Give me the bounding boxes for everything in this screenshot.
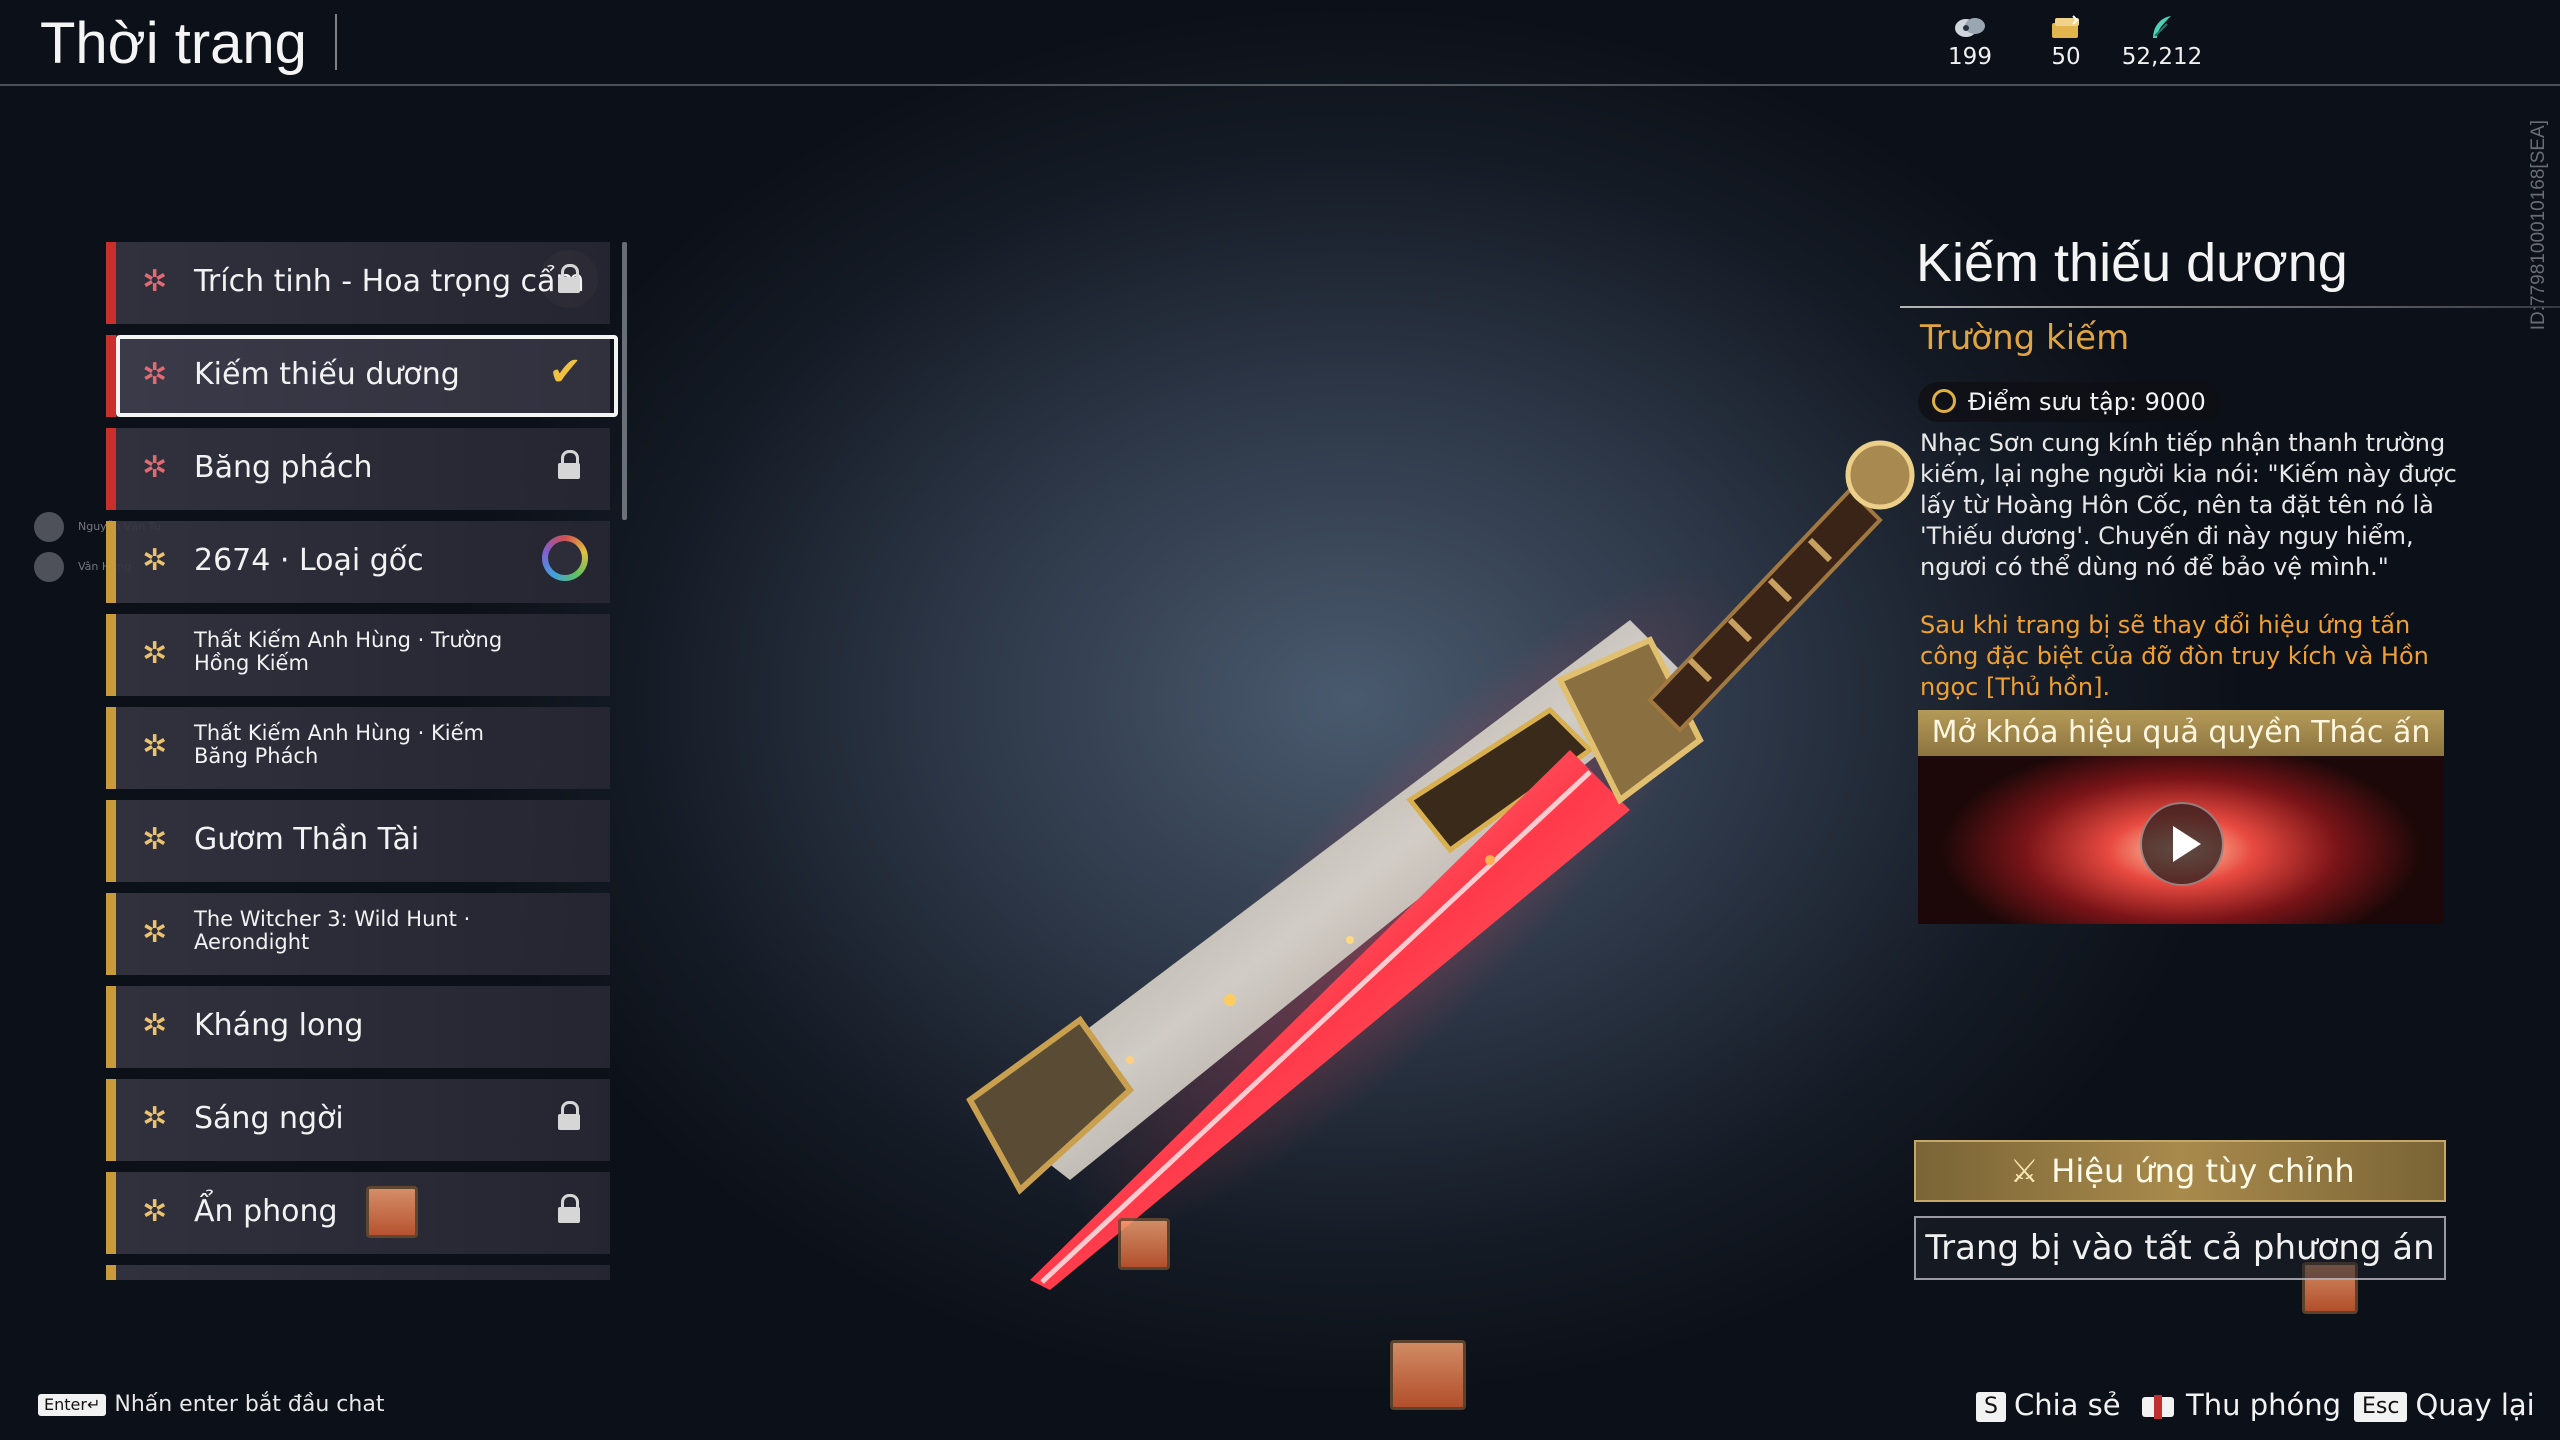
share-action[interactable]: S Chia sẻ	[1976, 1388, 2121, 1422]
skin-item-label: Kháng long	[194, 1008, 364, 1043]
lock-icon	[558, 450, 580, 480]
rarity-star-icon: ✲	[142, 357, 168, 392]
rarity-star-icon: ✲	[142, 915, 168, 950]
zoom-label: Thu phóng	[2186, 1388, 2342, 1422]
zoom-action[interactable]: Thu phóng	[2140, 1388, 2341, 1422]
rarity-star-icon: ✲	[142, 729, 168, 764]
feather-count: 52,212	[2121, 44, 2203, 70]
jade-icon	[1915, 14, 2025, 44]
skin-item-label: Gươm Thần Tài	[194, 822, 420, 857]
top-divider-line	[0, 84, 2560, 86]
skin-item[interactable]: ✲ Thất Kiếm Anh Hùng · Trường Hồng Kiếm	[106, 614, 610, 696]
skin-item[interactable]: ✲ Ẩn phong	[106, 1172, 610, 1254]
skin-item[interactable]: ✲ Kháng long	[106, 986, 610, 1068]
skin-item-label: The Witcher 3: Wild Hunt · Aerondight	[194, 907, 471, 954]
equip-all-button[interactable]: Trang bị vào tất cả phương án	[1914, 1216, 2446, 1280]
lock-icon	[558, 1101, 580, 1131]
rarity-star-icon: ✲	[142, 1194, 168, 1229]
rarity-star-icon: ✲	[142, 636, 168, 671]
collection-score: Điểm sưu tập: 9000	[1968, 388, 2206, 416]
dye-ring-icon	[542, 535, 588, 581]
effect-video-preview[interactable]: Mở khóa hiệu quả quyền Thác ấn	[1918, 710, 2444, 924]
s-key-icon: S	[1976, 1392, 2006, 1422]
sword-icon: ⚔	[2009, 1152, 2039, 1190]
rarity-star-icon: ✲	[142, 822, 168, 857]
currency-ticket[interactable]: 50	[2011, 14, 2121, 70]
zoom-icon	[2140, 1393, 2176, 1421]
checkmark-icon: ✔	[548, 349, 582, 395]
back-action[interactable]: Esc Quay lại	[2354, 1388, 2535, 1422]
play-icon[interactable]	[2140, 802, 2224, 886]
sword-preview[interactable]	[930, 380, 1980, 1360]
skin-item[interactable]: ✲ The Witcher 3: Wild Hunt · Aerondight	[106, 893, 610, 975]
skin-item[interactable]	[106, 1265, 610, 1280]
enter-key-icon: Enter↵	[38, 1394, 107, 1416]
lock-icon	[558, 1194, 580, 1224]
esc-key-icon: Esc	[2354, 1392, 2408, 1422]
skin-item-label: 2674 · Loại gốc	[194, 543, 424, 578]
skin-item[interactable]: ✲ 2674 · Loại gốc	[106, 521, 610, 603]
rarity-star-icon: ✲	[142, 1008, 168, 1043]
lantern-decoration	[366, 1186, 418, 1238]
skin-item[interactable]: ✲ Sáng ngời	[106, 1079, 610, 1161]
page-title: Thời trang	[40, 11, 307, 76]
jade-count: 199	[1948, 44, 1992, 70]
chat-hint[interactable]: Enter↵ Nhấn enter bắt đầu chat	[38, 1392, 384, 1417]
currency-feather[interactable]: 52,212	[2107, 14, 2217, 70]
skin-item-label: Băng phách	[194, 450, 373, 485]
custom-effect-label: Hiệu ứng tùy chỉnh	[2051, 1152, 2355, 1190]
item-title: Kiếm thiếu dương	[1916, 233, 2348, 293]
skin-item-label: Trích tinh - Hoa trọng cẩm	[194, 264, 585, 299]
skin-item-label: Thất Kiếm Anh Hùng · Trường Hồng Kiếm	[194, 628, 503, 675]
chat-hint-text: Nhấn enter bắt đầu chat	[114, 1392, 385, 1417]
title-divider	[335, 14, 337, 70]
skin-item-label: Sáng ngời	[194, 1101, 344, 1136]
rarity-star-icon: ✲	[142, 264, 168, 299]
collection-score-badge: Điểm sưu tập: 9000	[1918, 382, 2222, 422]
effect-note: Sau khi trang bị sẽ thay đổi hiệu ứng tấ…	[1920, 611, 2429, 701]
score-icon	[1932, 389, 1956, 413]
skin-item[interactable]: ✲ Thất Kiếm Anh Hùng · Kiếm Băng Phách	[106, 707, 610, 789]
item-type: Trường kiếm	[1920, 318, 2130, 358]
skin-item-label: Kiếm thiếu dương	[194, 357, 460, 392]
currency-jade[interactable]: 199	[1915, 14, 2025, 70]
player-id-tag: ID:7798100010168[SEA]	[2528, 120, 2549, 331]
side-player-avatar[interactable]	[34, 512, 64, 542]
ticket-count: 50	[2051, 44, 2081, 70]
feather-icon	[2107, 14, 2217, 44]
side-player-avatar[interactable]	[34, 552, 64, 582]
custom-effect-button[interactable]: ⚔ Hiệu ứng tùy chỉnh	[1914, 1140, 2446, 1202]
skin-list[interactable]: ✲ Trích tinh - Hoa trọng cẩm ✲ Kiếm thiế…	[106, 240, 626, 1280]
item-lore: Nhạc Sơn cung kính tiếp nhận thanh trườn…	[1920, 429, 2457, 581]
lock-icon	[540, 250, 598, 308]
title-divider-line	[1900, 306, 2560, 308]
video-title: Mở khóa hiệu quả quyền Thác ấn	[1918, 710, 2444, 756]
rarity-star-icon: ✲	[142, 543, 168, 578]
skin-item[interactable]: ✲ Trích tinh - Hoa trọng cẩm	[106, 242, 610, 324]
rarity-star-icon: ✲	[142, 450, 168, 485]
skin-item[interactable]: ✲ Gươm Thần Tài	[106, 800, 610, 882]
skin-item-label: Thất Kiếm Anh Hùng · Kiếm Băng Phách	[194, 721, 484, 768]
skin-item-label: Ẩn phong	[194, 1194, 338, 1229]
rarity-star-icon: ✲	[142, 1101, 168, 1136]
list-scrollbar[interactable]	[622, 242, 627, 520]
skin-item-selected[interactable]: ✲ Kiếm thiếu dương ✔	[106, 335, 618, 417]
skin-item[interactable]: ✲ Băng phách	[106, 428, 610, 510]
back-label: Quay lại	[2415, 1388, 2535, 1422]
ticket-icon	[2011, 14, 2121, 44]
lantern-decoration	[1390, 1340, 1466, 1410]
share-label: Chia sẻ	[2013, 1388, 2121, 1422]
lantern-decoration	[1118, 1218, 1170, 1270]
top-bar: Thời trang 199 50 52,212	[0, 0, 2560, 86]
